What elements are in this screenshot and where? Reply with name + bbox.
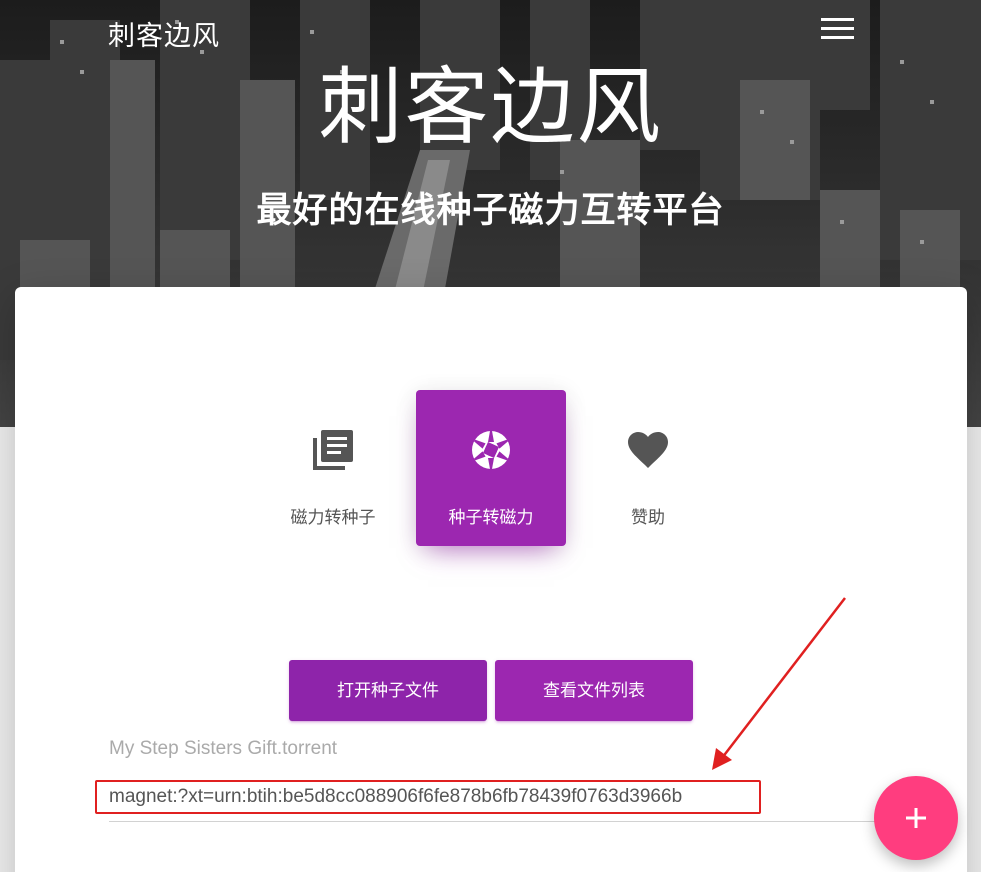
hero-title: 刺客边风 [318, 60, 663, 154]
plus-icon [906, 808, 926, 828]
tab-torrent-to-magnet[interactable]: 种子转磁力 [416, 390, 566, 546]
magnet-link-input[interactable] [95, 780, 761, 814]
view-file-list-button[interactable]: 查看文件列表 [495, 660, 693, 721]
tab-sponsor[interactable]: 赞助 [573, 390, 723, 546]
library-books-icon [313, 430, 353, 470]
tab-label: 赞助 [631, 508, 665, 527]
torrent-filename: My Step Sisters Gift.torrent [109, 738, 338, 759]
camera-aperture-icon [472, 431, 510, 469]
open-torrent-file-button[interactable]: 打开种子文件 [289, 660, 487, 721]
tab-magnet-to-torrent[interactable]: 磁力转种子 [258, 390, 408, 546]
tab-label: 种子转磁力 [448, 508, 534, 527]
tab-label: 磁力转种子 [290, 508, 376, 527]
hero-subtitle: 最好的在线种子磁力互转平台 [256, 190, 725, 231]
heart-icon [628, 432, 668, 468]
main-card: 磁力转种子 种子转磁力 赞助 打开种子文件 查看文件列表 My Step Sis… [15, 287, 967, 872]
add-fab-button[interactable] [874, 776, 958, 860]
magnet-field-container [95, 780, 880, 822]
